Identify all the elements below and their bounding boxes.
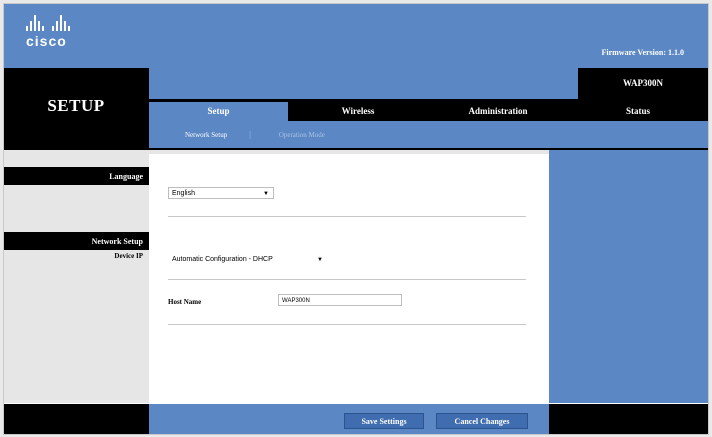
- divider-language: [168, 216, 526, 217]
- main-tabs: Setup Wireless Administration Status: [149, 102, 708, 121]
- model-name: WAP300N: [623, 78, 663, 88]
- chevron-down-icon: ▼: [263, 191, 269, 197]
- subtab-network-setup[interactable]: Network Setup: [149, 131, 249, 139]
- sidebar-heading-language: Language: [4, 167, 149, 185]
- top-banner: cisco Firmware Version: 1.1.0: [4, 4, 708, 68]
- divider-ip: [168, 279, 526, 280]
- tab-setup[interactable]: Setup: [149, 102, 288, 121]
- cisco-logo: cisco: [26, 13, 70, 49]
- tab-wireless[interactable]: Wireless: [288, 102, 428, 121]
- language-select[interactable]: English ▼: [168, 187, 274, 199]
- divider-host: [168, 324, 526, 325]
- save-settings-button[interactable]: Save Settings: [344, 413, 424, 429]
- right-blue-column: [549, 150, 708, 403]
- tab-administration[interactable]: Administration: [428, 102, 568, 121]
- tab-status[interactable]: Status: [568, 102, 708, 121]
- section-title: SETUP: [47, 96, 105, 115]
- ip-configuration-select[interactable]: Automatic Configuration - DHCP ▼: [168, 253, 328, 265]
- sub-tabs: Network Setup | Operation Mode: [149, 121, 708, 148]
- left-sidebar: [4, 150, 149, 403]
- chevron-down-icon: ▼: [317, 257, 323, 263]
- subtab-operation-mode[interactable]: Operation Mode: [251, 131, 347, 139]
- firmware-version: Firmware Version: 1.1.0: [601, 48, 684, 57]
- host-name-input[interactable]: WAP300N: [278, 294, 402, 306]
- cancel-changes-button[interactable]: Cancel Changes: [436, 413, 528, 429]
- cisco-logo-bars-icon: [26, 13, 70, 31]
- language-select-value: English: [172, 190, 195, 197]
- sidebar-heading-network-setup: Network Setup: [4, 232, 149, 250]
- host-name-label: Host Name: [168, 298, 202, 306]
- header-blue-panel: [149, 68, 578, 99]
- ip-configuration-value: Automatic Configuration - DHCP: [172, 256, 273, 263]
- logo-wordmark: cisco: [26, 33, 67, 49]
- router-admin-window: cisco Firmware Version: 1.1.0 SETUP WAP3…: [3, 3, 709, 435]
- sidebar-label-device-ip: Device IP: [114, 252, 143, 260]
